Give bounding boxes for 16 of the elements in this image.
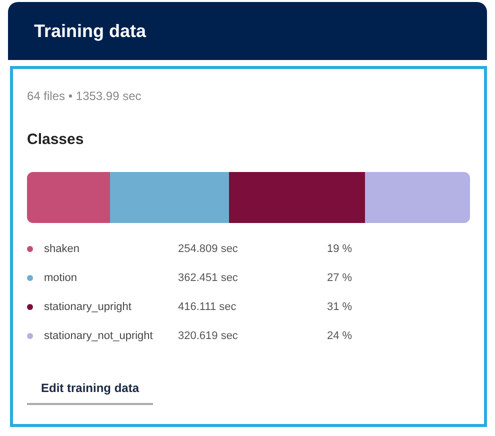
class-percent: 24 % [327, 328, 352, 344]
section-title: Classes [27, 130, 85, 150]
class-name: stationary_not_upright [44, 328, 154, 344]
card-title: Training data [34, 20, 146, 43]
class-percent: 31 % [327, 300, 352, 315]
class-name: stationary_upright [44, 300, 132, 315]
class-duration: 254.809 sec [178, 242, 239, 257]
class-name: motion [44, 270, 78, 286]
edit-training-data-button[interactable]: Edit training data [27, 378, 154, 404]
class-percent: 27 % [327, 270, 352, 286]
class-percent: 19 % [327, 242, 352, 257]
class-duration: 416.111 sec [178, 300, 238, 315]
class-name: shaken [44, 242, 80, 257]
class-duration: 362.451 sec [178, 270, 239, 286]
class-duration: 320.619 sec [178, 328, 239, 344]
summary-text: 64 files • 1353.99 sec [27, 88, 142, 105]
